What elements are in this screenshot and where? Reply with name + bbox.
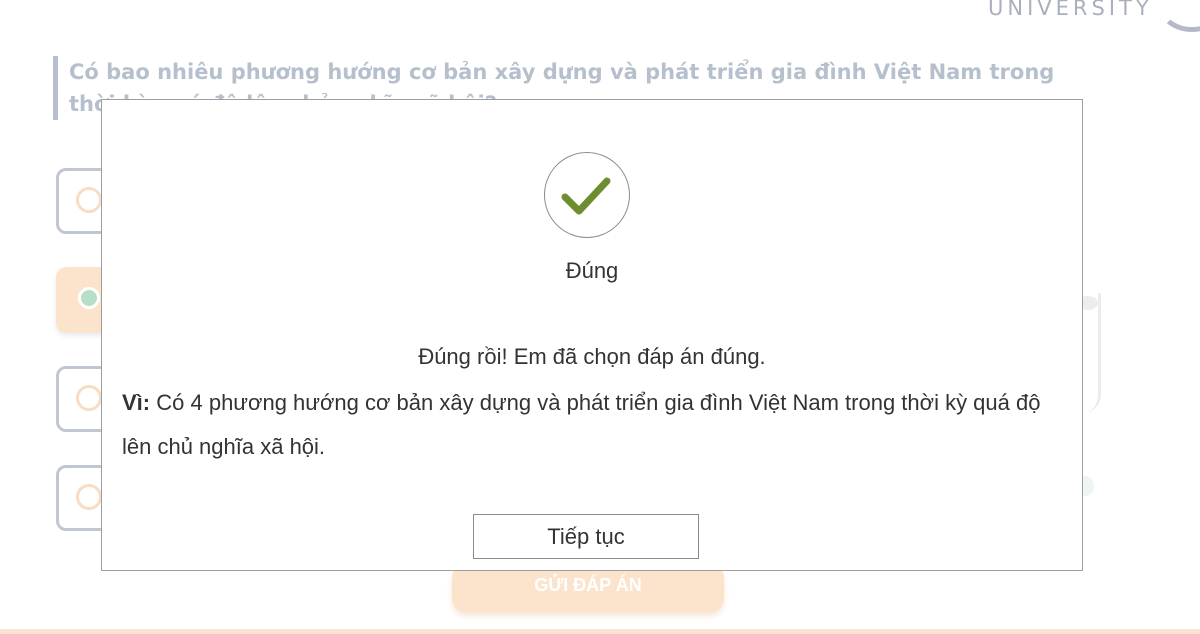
- result-message: Đúng rồi! Em đã chọn đáp án đúng.: [418, 344, 766, 369]
- continue-button[interactable]: Tiếp tục: [473, 514, 699, 559]
- check-icon: [544, 152, 630, 238]
- radio-button[interactable]: [76, 187, 102, 213]
- bottom-bar: [0, 629, 1200, 634]
- explanation-label: Vì:: [122, 390, 151, 415]
- radio-button-selected[interactable]: [78, 287, 100, 309]
- explanation-text: Có 4 phương hướng cơ bản xây dựng và phá…: [122, 390, 1041, 459]
- feedback-dialog: Đúng Đúng rồi! Em đã chọn đáp án đúng. V…: [101, 99, 1083, 571]
- submit-answer-button[interactable]: GỬI ĐÁP ÁN: [452, 564, 724, 612]
- radio-button[interactable]: [76, 385, 102, 411]
- university-logo: UNIVERSITY: [988, 0, 1153, 20]
- radio-button[interactable]: [76, 484, 102, 510]
- result-status: Đúng: [565, 258, 619, 283]
- logo-mark-icon: [1158, 0, 1200, 32]
- explanation: Vì: Có 4 phương hướng cơ bản xây dựng và…: [122, 381, 1072, 469]
